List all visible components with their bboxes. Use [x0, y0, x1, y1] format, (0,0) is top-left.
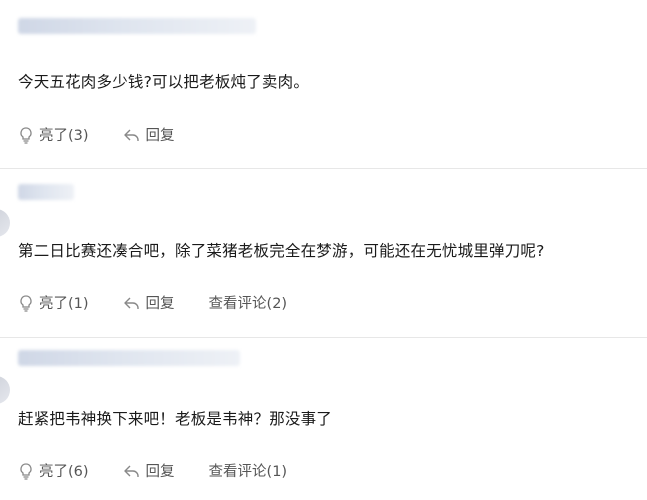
lightbulb-icon [18, 462, 34, 480]
lightbulb-icon [18, 294, 34, 312]
like-count-label: 亮了(1) [39, 296, 89, 312]
reply-button[interactable]: 回复 [123, 292, 175, 313]
view-comments-label: 查看评论(2) [208, 296, 288, 312]
comment-actions: 亮了(6) 回复 查看评论(1) [18, 460, 287, 481]
like-button[interactable]: 亮了(1) [18, 292, 89, 313]
avatar[interactable] [0, 376, 10, 404]
reply-arrow-icon [123, 463, 141, 479]
comment-item-2: 第二日比赛还凑合吧，除了菜猪老板完全在梦游，可能还在无忧城里弹刀呢? 亮了(1)… [0, 169, 647, 337]
reply-label: 回复 [145, 464, 175, 480]
like-count-label: 亮了(6) [39, 464, 89, 480]
reply-button[interactable]: 回复 [123, 460, 175, 481]
comment-actions: 亮了(1) 回复 查看评论(2) [18, 292, 287, 313]
username-blurred[interactable] [18, 18, 256, 34]
reply-arrow-icon [123, 127, 141, 143]
comment-text: 今天五花肉多少钱?可以把老板炖了卖肉。 [18, 73, 310, 91]
view-comments-link[interactable]: 查看评论(1) [209, 460, 288, 481]
comment-text: 第二日比赛还凑合吧，除了菜猪老板完全在梦游，可能还在无忧城里弹刀呢? [18, 242, 545, 260]
like-count-label: 亮了(3) [39, 128, 89, 144]
reply-button[interactable]: 回复 [123, 124, 175, 145]
reply-label: 回复 [145, 296, 175, 312]
username-blurred[interactable] [18, 184, 74, 200]
like-button[interactable]: 亮了(3) [18, 124, 89, 145]
view-comments-label: 查看评论(1) [208, 464, 288, 480]
avatar[interactable] [0, 209, 10, 237]
username-blurred[interactable] [18, 350, 240, 366]
comment-item-1: 今天五花肉多少钱?可以把老板炖了卖肉。 亮了(3) 回复 [0, 0, 647, 168]
view-comments-link[interactable]: 查看评论(2) [209, 292, 288, 313]
like-button[interactable]: 亮了(6) [18, 460, 89, 481]
comment-text: 赶紧把韦神换下来吧！老板是韦神？那没事了 [18, 410, 333, 428]
comment-item-3: 赶紧把韦神换下来吧！老板是韦神？那没事了 亮了(6) 回复 查看评论(1) [0, 338, 647, 500]
reply-label: 回复 [145, 128, 175, 144]
lightbulb-icon [18, 126, 34, 144]
reply-arrow-icon [123, 295, 141, 311]
comment-actions: 亮了(3) 回复 [18, 124, 175, 145]
